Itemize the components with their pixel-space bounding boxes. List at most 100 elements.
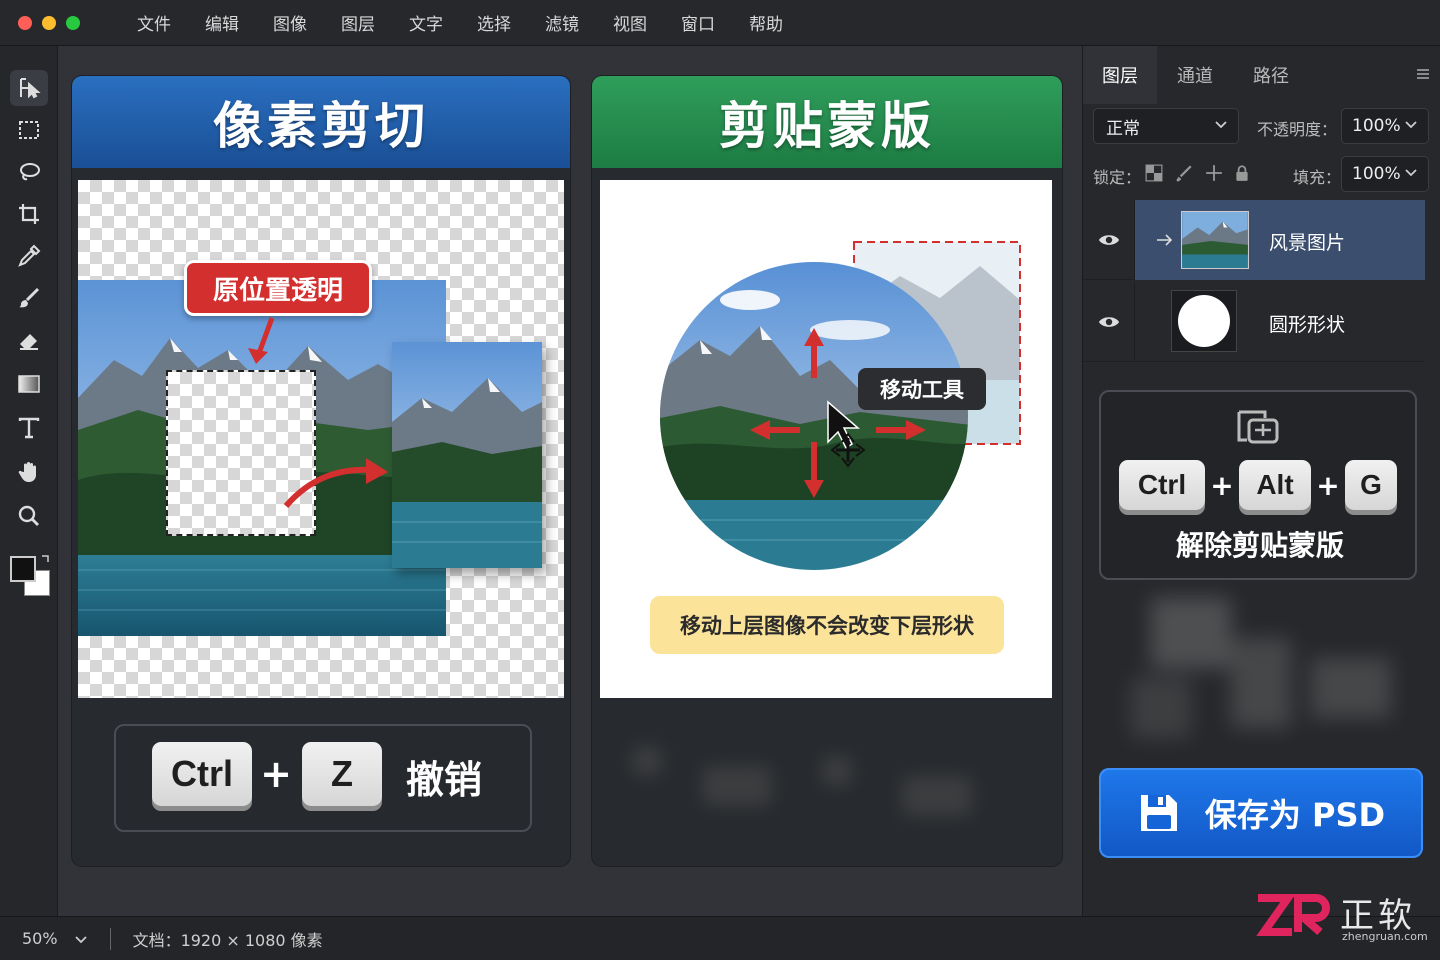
- document-canvas[interactable]: 像素剪切 原位置透明 Ctrl + Z 撤销 剪贴蒙版 移动工具 移动上层图像不…: [58, 46, 1082, 916]
- clipping-mask-title: 剪贴蒙版: [592, 76, 1062, 168]
- landscape-layer-thumbnail: [1181, 211, 1249, 269]
- opacity-input[interactable]: 100%: [1341, 108, 1429, 144]
- plus-sign: +: [1316, 468, 1340, 502]
- clipping-arrow-icon: [1157, 234, 1173, 246]
- fill-input[interactable]: 100%: [1341, 156, 1429, 192]
- lasso-tool-button[interactable]: [10, 154, 48, 190]
- clip-note: 移动上层图像不会改变下层形状: [650, 596, 1004, 654]
- move-icon: [20, 78, 41, 99]
- transparent-canvas: 原位置透明: [78, 180, 564, 698]
- release-clipping-label: 解除剪贴蒙版: [1175, 529, 1344, 562]
- chevron-down-icon: [1215, 121, 1227, 129]
- blend-mode-value: 正常: [1106, 118, 1140, 139]
- save-psd-button[interactable]: 保存为 PSD: [1099, 768, 1423, 858]
- menu-filter[interactable]: 滤镜: [528, 10, 596, 35]
- marquee-tool-button[interactable]: [10, 112, 48, 148]
- lock-all-icon[interactable]: [1233, 163, 1251, 183]
- pixel-cut-panel: 像素剪切 原位置透明 Ctrl + Z 撤销: [72, 76, 570, 866]
- layer-visibility-toggle[interactable]: [1083, 282, 1135, 362]
- zoom-window-button[interactable]: [66, 15, 80, 30]
- menu-type[interactable]: 文字: [392, 10, 460, 35]
- hand-tool-button[interactable]: [10, 454, 48, 490]
- menu-bar: 文件 编辑 图像 图层 文字 选择 滤镜 视图 窗口 帮助: [0, 0, 1440, 46]
- swap-colors-icon[interactable]: [40, 552, 52, 564]
- minimize-window-button[interactable]: [42, 15, 56, 30]
- layer-name-circle[interactable]: 圆形形状: [1269, 310, 1345, 337]
- clipping-mask-panel: 剪贴蒙版 移动工具 移动上层图像不会改变下层形状: [592, 76, 1062, 866]
- fill-value: 100%: [1352, 164, 1401, 184]
- menu-layer[interactable]: 图层: [324, 10, 392, 35]
- lasso-icon: [20, 163, 40, 181]
- menu-edit[interactable]: 编辑: [188, 10, 256, 35]
- menu-view[interactable]: 视图: [596, 10, 664, 35]
- color-swatch[interactable]: [10, 552, 52, 598]
- chevron-down-icon: [1405, 169, 1417, 177]
- brush-icon: [19, 287, 40, 308]
- brush-tool-button[interactable]: [10, 280, 48, 316]
- pixel-cut-title: 像素剪切: [72, 76, 570, 168]
- menu-image[interactable]: 图像: [256, 10, 324, 35]
- lock-position-icon[interactable]: [1205, 164, 1223, 182]
- eyedropper-tool-button[interactable]: [10, 238, 48, 274]
- blend-mode-select[interactable]: 正常: [1093, 108, 1239, 144]
- clipping-mask-icon: [1237, 410, 1279, 444]
- chevron-down-icon: [1405, 121, 1417, 129]
- document-info: 文档：1920 × 1080 像素: [132, 930, 323, 950]
- zoom-tool-button[interactable]: [10, 498, 48, 534]
- chevron-down-icon[interactable]: [74, 932, 88, 946]
- opacity-value: 100%: [1352, 116, 1401, 136]
- tools-panel: [0, 46, 58, 916]
- ctrl-key: Ctrl: [1119, 460, 1205, 510]
- hand-icon: [18, 462, 36, 482]
- menu-items: 文件 编辑 图像 图层 文字 选择 滤镜 视图 窗口 帮助: [120, 10, 800, 35]
- foreground-color-swatch[interactable]: [10, 556, 36, 582]
- crop-icon: [19, 204, 39, 224]
- undo-shortcut-card: Ctrl + Z 撤销: [114, 724, 532, 832]
- tab-paths[interactable]: 路径: [1233, 46, 1309, 104]
- lock-transparent-pixels-icon[interactable]: [1145, 164, 1163, 182]
- tab-channels[interactable]: 通道: [1157, 46, 1233, 104]
- eye-icon: [1098, 317, 1119, 327]
- z-key: Z: [302, 742, 382, 806]
- zoom-level[interactable]: 50%: [22, 929, 58, 948]
- circle-layer-thumbnail: [1171, 290, 1237, 352]
- eye-icon: [1098, 235, 1119, 245]
- layer-row-circle[interactable]: 圆形形状: [1083, 282, 1425, 362]
- status-bar: 50% 文档：1920 × 1080 像素: [0, 916, 1440, 960]
- eraser-tool-button[interactable]: [10, 322, 48, 358]
- layer-row-landscape[interactable]: 风景图片: [1083, 200, 1425, 280]
- move-tool-button[interactable]: [10, 70, 48, 106]
- lock-label: 锁定：: [1093, 168, 1142, 187]
- menu-help[interactable]: 帮助: [732, 10, 800, 35]
- layer-visibility-toggle[interactable]: [1083, 200, 1135, 280]
- fill-label: 填充：: [1293, 168, 1342, 187]
- window-controls: [18, 15, 80, 30]
- eraser-icon: [20, 334, 38, 350]
- status-divider: [109, 927, 111, 950]
- panel-menu-icon[interactable]: [1415, 66, 1431, 82]
- marquee-icon: [19, 121, 39, 139]
- alt-key: Alt: [1239, 460, 1311, 510]
- move-tool-tag: 移动工具: [858, 368, 986, 410]
- layer-name-landscape[interactable]: 风景图片: [1269, 228, 1345, 255]
- watermark: 正软 zhengruan.com: [1254, 888, 1434, 948]
- close-window-button[interactable]: [18, 15, 32, 30]
- gradient-icon: [18, 375, 40, 393]
- clip-canvas: 移动工具 移动上层图像不会改变下层形状: [600, 180, 1052, 698]
- release-clipping-card: Ctrl + Alt + G 解除剪贴蒙版: [1099, 390, 1417, 580]
- menu-window[interactable]: 窗口: [664, 10, 732, 35]
- undo-label: 撤销: [406, 757, 483, 802]
- layers-panel: 图层 通道 路径 正常 不透明度： 100% 锁定： 填充： 100% 风景图片…: [1082, 46, 1440, 916]
- plus-sign: +: [1210, 468, 1234, 502]
- menu-select[interactable]: 选择: [460, 10, 528, 35]
- watermark-url: zhengruan.com: [1342, 930, 1428, 943]
- callout-label: 原位置透明: [184, 260, 372, 316]
- zr-logo: [1256, 894, 1330, 936]
- lock-image-pixels-icon[interactable]: [1175, 164, 1193, 182]
- menu-file[interactable]: 文件: [120, 10, 188, 35]
- type-tool-button[interactable]: [10, 410, 48, 446]
- gradient-tool-button[interactable]: [10, 366, 48, 402]
- plus-sign: +: [260, 752, 292, 796]
- tab-layers[interactable]: 图层: [1083, 46, 1157, 104]
- crop-tool-button[interactable]: [10, 196, 48, 232]
